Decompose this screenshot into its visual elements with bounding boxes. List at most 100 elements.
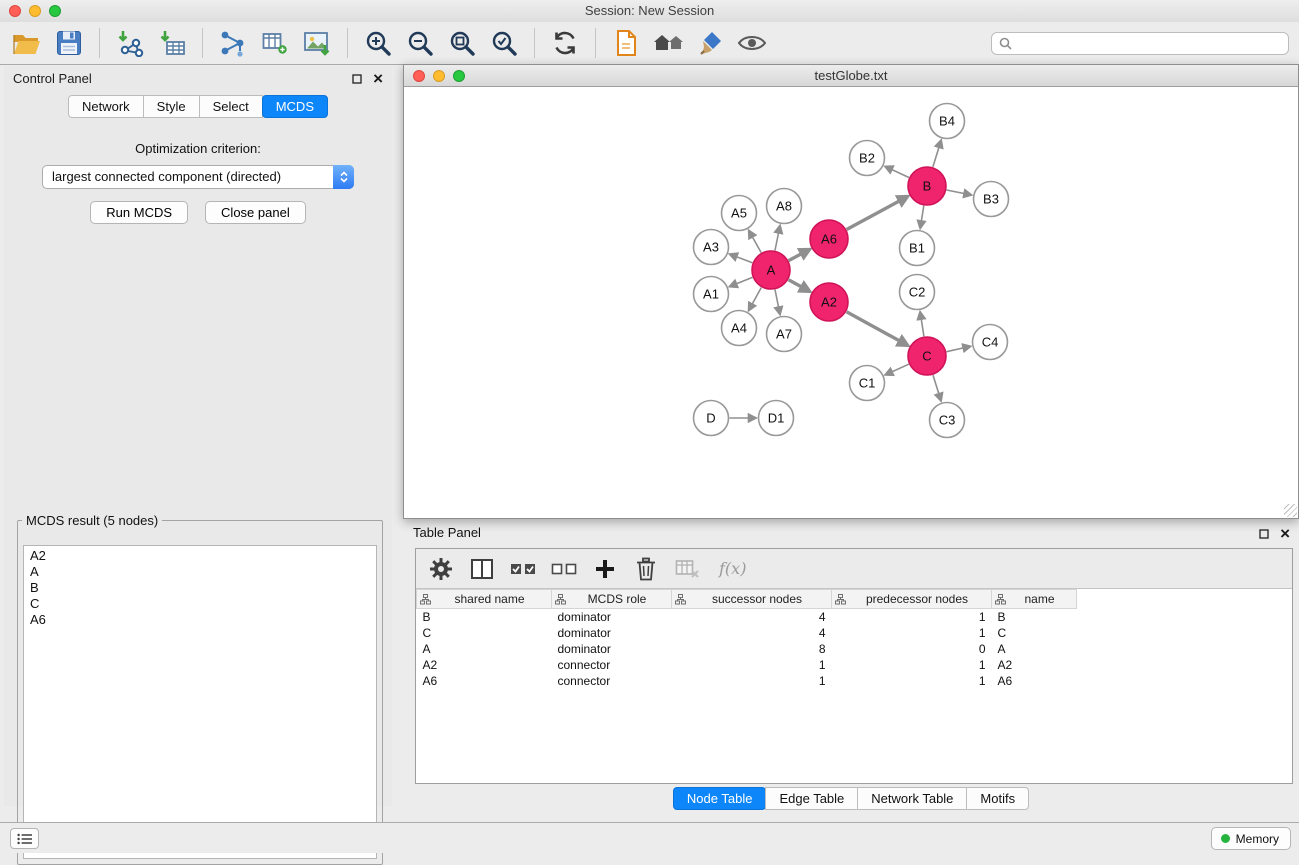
table-cell[interactable]: connector — [552, 657, 672, 673]
node-C4[interactable]: C4 — [973, 325, 1008, 360]
table-cell[interactable]: 4 — [672, 609, 832, 625]
delete-table-button[interactable] — [674, 555, 700, 583]
save-floppy-button[interactable] — [48, 23, 90, 63]
column-header-MCDS-role[interactable]: MCDS role — [552, 590, 672, 609]
node-B4[interactable]: B4 — [930, 104, 965, 139]
table-cell[interactable]: 1 — [832, 609, 992, 625]
edge-B-B2[interactable] — [886, 167, 909, 178]
tab-node-table[interactable]: Node Table — [673, 787, 767, 810]
edge-C-C1[interactable] — [886, 364, 909, 374]
network-canvas[interactable]: B4B2BB3A5A8A6B1A3AC2A1A2A4A7C4CC1C3DD1 — [404, 88, 1298, 518]
tab-style[interactable]: Style — [143, 95, 200, 118]
node-C1[interactable]: C1 — [850, 366, 885, 401]
function-builder-button[interactable]: f(x) — [715, 559, 746, 578]
table-cell[interactable]: A2 — [992, 657, 1077, 673]
export-image-button[interactable] — [296, 23, 338, 63]
node-C[interactable]: C — [908, 337, 946, 375]
node-B[interactable]: B — [908, 167, 946, 205]
node-C3[interactable]: C3 — [930, 403, 965, 438]
panel-list-button[interactable] — [10, 828, 39, 849]
control-panel-close-icon[interactable]: × — [373, 71, 383, 87]
table-row[interactable]: Cdominator41C — [417, 625, 1089, 641]
tab-network[interactable]: Network — [68, 95, 144, 118]
node-A5[interactable]: A5 — [722, 196, 757, 231]
table-row[interactable]: A6connector11A6 — [417, 673, 1089, 689]
node-A6[interactable]: A6 — [810, 220, 848, 258]
network-minimize-button[interactable] — [433, 70, 445, 82]
table-cell[interactable]: B — [992, 609, 1077, 625]
network-share-button[interactable] — [212, 23, 254, 63]
table-row[interactable]: Bdominator41B — [417, 609, 1089, 625]
tab-motifs[interactable]: Motifs — [966, 787, 1029, 810]
edge-B-B4[interactable] — [933, 141, 941, 167]
folder-open-button[interactable] — [6, 23, 48, 63]
table-cell[interactable]: C — [417, 625, 552, 641]
table-cell[interactable]: A6 — [992, 673, 1077, 689]
edge-C-C2[interactable] — [920, 312, 924, 336]
table-cell[interactable]: 1 — [832, 657, 992, 673]
result-item[interactable]: B — [30, 580, 370, 596]
edge-A-A6[interactable] — [789, 249, 810, 260]
zoom-selected-button[interactable] — [483, 23, 525, 63]
criterion-dropdown[interactable]: largest connected component (directed) — [42, 165, 354, 189]
column-header-name[interactable]: name — [992, 590, 1077, 609]
network-close-button[interactable] — [413, 70, 425, 82]
edge-B-B1[interactable] — [920, 206, 924, 228]
table-cell[interactable]: 8 — [672, 641, 832, 657]
refresh-button[interactable] — [544, 23, 586, 63]
settings-gear-button[interactable] — [428, 555, 454, 583]
node-A3[interactable]: A3 — [694, 230, 729, 265]
table-row[interactable]: A2connector11A2 — [417, 657, 1089, 673]
node-A4[interactable]: A4 — [722, 311, 757, 346]
document-button[interactable] — [605, 23, 647, 63]
show-columns-button[interactable] — [469, 555, 495, 583]
resize-grip-icon[interactable] — [1284, 504, 1297, 517]
table-cell[interactable]: 1 — [672, 673, 832, 689]
edge-A-A2[interactable] — [789, 280, 810, 292]
node-A2[interactable]: A2 — [810, 283, 848, 321]
table-panel-close-icon[interactable]: × — [1280, 526, 1290, 542]
node-B2[interactable]: B2 — [850, 141, 885, 176]
edge-A-A4[interactable] — [749, 288, 761, 311]
edge-A-A1[interactable] — [730, 277, 752, 286]
search-input[interactable] — [1017, 35, 1288, 53]
table-cell[interactable]: 0 — [832, 641, 992, 657]
edge-C-C3[interactable] — [933, 375, 941, 400]
node-D[interactable]: D — [694, 401, 729, 436]
column-header-predecessor-nodes[interactable]: predecessor nodes — [832, 590, 992, 609]
node-B3[interactable]: B3 — [974, 182, 1009, 217]
node-A8[interactable]: A8 — [767, 189, 802, 224]
edge-C-C4[interactable] — [947, 346, 971, 351]
node-D1[interactable]: D1 — [759, 401, 794, 436]
table-cell[interactable]: A — [992, 641, 1077, 657]
edge-A-A3[interactable] — [730, 254, 752, 262]
delete-row-button[interactable] — [633, 555, 659, 583]
zoom-fit-button[interactable] — [441, 23, 483, 63]
table-cell[interactable]: dominator — [552, 641, 672, 657]
edge-A2-C[interactable] — [847, 312, 908, 346]
run-mcds-button[interactable]: Run MCDS — [90, 201, 188, 224]
table-cell[interactable]: dominator — [552, 625, 672, 641]
eye-button[interactable] — [731, 23, 773, 63]
style-brush-button[interactable] — [689, 23, 731, 63]
deselect-all-button[interactable] — [551, 555, 577, 583]
table-cell[interactable]: dominator — [552, 609, 672, 625]
close-window-button[interactable] — [9, 5, 21, 17]
result-item[interactable]: A — [30, 564, 370, 580]
node-A[interactable]: A — [752, 251, 790, 289]
node-B1[interactable]: B1 — [900, 231, 935, 266]
zoom-window-button[interactable] — [49, 5, 61, 17]
edge-A-A5[interactable] — [749, 231, 761, 253]
edge-A6-B[interactable] — [847, 197, 908, 230]
tab-edge-table[interactable]: Edge Table — [765, 787, 858, 810]
search-box[interactable] — [991, 32, 1289, 55]
network-svg[interactable]: B4B2BB3A5A8A6B1A3AC2A1A2A4A7C4CC1C3DD1 — [404, 88, 1298, 518]
table-cell[interactable]: C — [992, 625, 1077, 641]
table-panel-float-icon[interactable] — [1259, 529, 1269, 539]
edge-B-B3[interactable] — [947, 190, 971, 195]
import-table-button[interactable] — [151, 23, 193, 63]
edge-A-A7[interactable] — [775, 290, 780, 314]
column-header-successor-nodes[interactable]: successor nodes — [672, 590, 832, 609]
memory-button[interactable]: Memory — [1211, 827, 1291, 850]
table-cell[interactable]: B — [417, 609, 552, 625]
